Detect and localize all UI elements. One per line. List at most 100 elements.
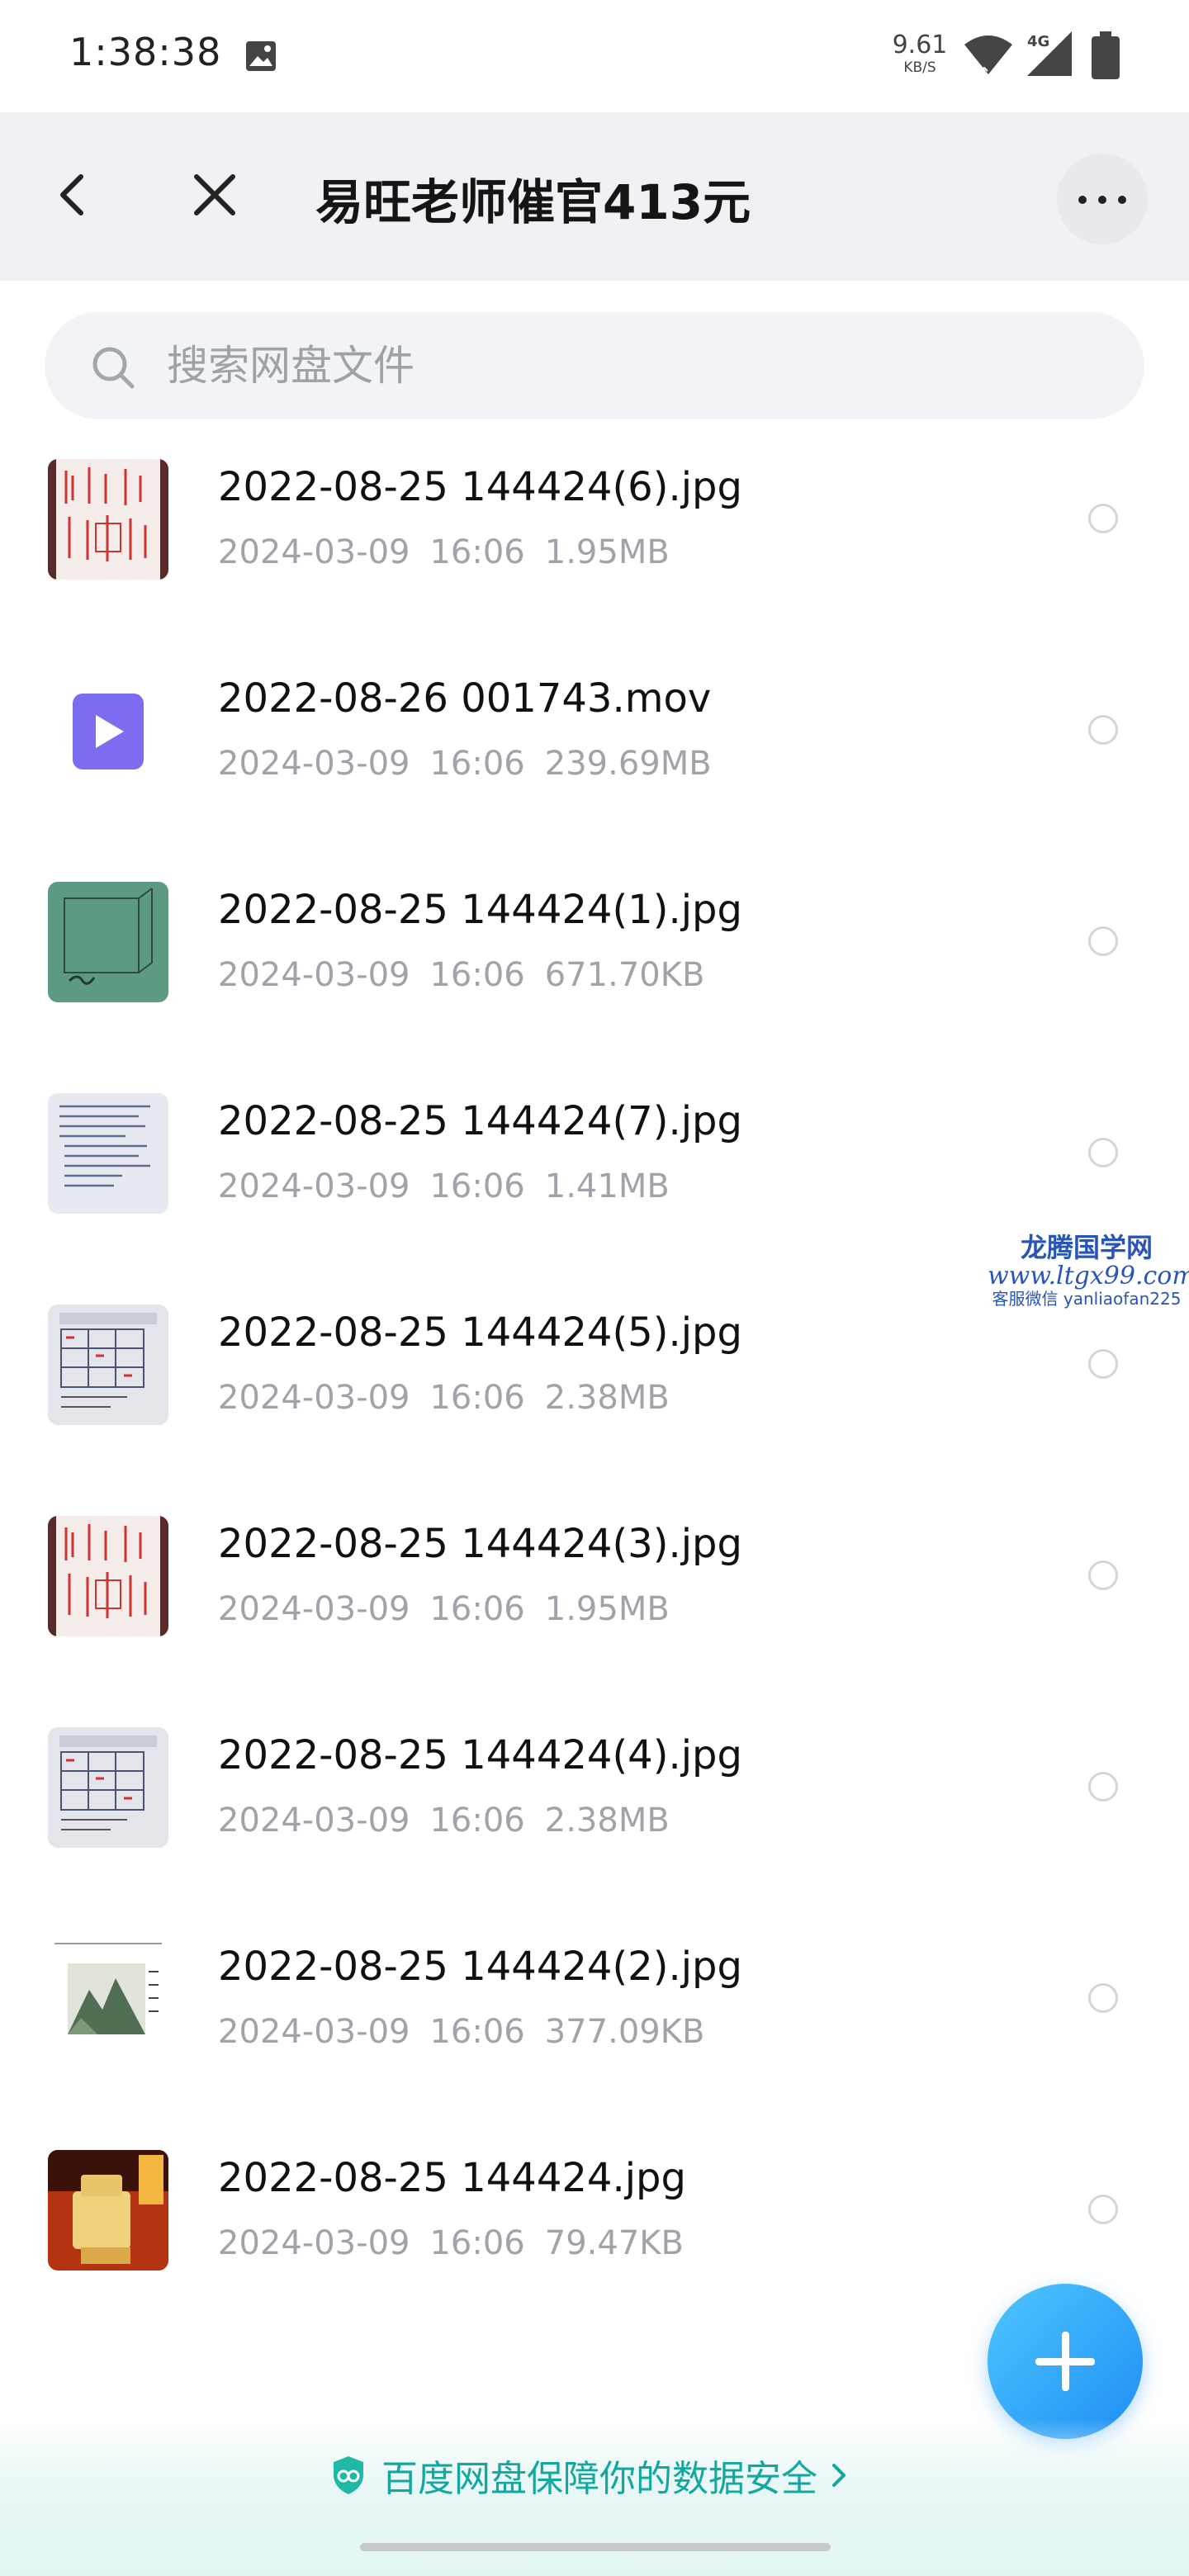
- status-time: 1:38:38: [69, 30, 222, 74]
- image-thumbnail: [48, 1516, 168, 1636]
- back-arrow-icon[interactable]: [48, 168, 101, 221]
- file-meta: 2024-03-09 16:06 239.69MB: [218, 745, 732, 783]
- file-row[interactable]: 2022-08-25 144424(3).jpg 2024-03-09 16:06…: [0, 1470, 1189, 1681]
- file-meta: 2024-03-09 16:06 79.47KB: [218, 2224, 703, 2262]
- more-options-button[interactable]: [1057, 154, 1148, 244]
- file-name: 2022-08-25 144424(5).jpg: [218, 1309, 742, 1356]
- file-time: 16:06: [429, 1379, 525, 1417]
- image-thumbnail: [48, 2150, 168, 2271]
- file-size: 1.95MB: [544, 1590, 670, 1628]
- watermark-contact: 客服微信 yanliaofan225: [992, 1289, 1182, 1309]
- file-name: 2022-08-25 144424(1).jpg: [218, 887, 742, 933]
- select-radio[interactable]: [1088, 1349, 1118, 1379]
- file-size: 79.47KB: [544, 2224, 684, 2262]
- watermark: 龙腾国学网 www.ltgx99.com 客服微信 yanliaofan225: [988, 1232, 1189, 1309]
- file-time: 16:06: [429, 1802, 525, 1840]
- file-name: 2022-08-25 144424(7).jpg: [218, 1098, 742, 1144]
- network-speed-unit: KB/S: [903, 59, 936, 76]
- image-thumbnail: [48, 1093, 168, 1214]
- select-radio[interactable]: [1088, 1560, 1118, 1590]
- file-date: 2024-03-09: [218, 1379, 410, 1417]
- chevron-right-icon: [832, 2464, 846, 2487]
- image-thumbnail: [48, 882, 168, 1002]
- file-meta: 2024-03-09 16:06 377.09KB: [218, 2013, 724, 2051]
- file-time: 16:06: [429, 1167, 525, 1205]
- battery-icon: [1092, 31, 1120, 79]
- file-date: 2024-03-09: [218, 956, 410, 994]
- select-radio[interactable]: [1088, 1138, 1118, 1167]
- file-date: 2024-03-09: [218, 2013, 410, 2051]
- file-name: 2022-08-25 144424(2).jpg: [218, 1944, 742, 1990]
- file-date: 2024-03-09: [218, 1590, 410, 1628]
- file-size: 2.38MB: [544, 1802, 670, 1840]
- gallery-notification-icon: [246, 41, 276, 71]
- close-icon[interactable]: [188, 168, 241, 221]
- image-thumbnail: [48, 1939, 168, 2059]
- file-size: 239.69MB: [544, 745, 712, 783]
- file-row[interactable]: 2022-08-26 001743.mov 2024-03-09 16:06 239…: [0, 624, 1189, 836]
- file-meta: 2024-03-09 16:06 1.95MB: [218, 533, 689, 571]
- file-time: 16:06: [429, 956, 525, 994]
- file-time: 16:06: [429, 745, 525, 783]
- file-meta: 2024-03-09 16:06 2.38MB: [218, 1802, 689, 1840]
- select-radio[interactable]: [1088, 1772, 1118, 1802]
- image-thumbnail: [48, 459, 168, 580]
- search-icon: [92, 347, 135, 389]
- watermark-url: www.ltgx99.com: [988, 1262, 1189, 1291]
- file-row[interactable]: 2022-08-25 144424(6).jpg 2024-03-09 16:06…: [0, 413, 1189, 624]
- file-row[interactable]: 2022-08-25 144424(7).jpg 2024-03-09 16:06…: [0, 1047, 1189, 1258]
- select-radio[interactable]: [1088, 926, 1118, 956]
- file-size: 1.95MB: [544, 533, 670, 571]
- file-date: 2024-03-09: [218, 2224, 410, 2262]
- data-safety-text: 百度网盘保障你的数据安全: [381, 2458, 817, 2500]
- shield-icon: [334, 2456, 363, 2494]
- video-file-icon: [48, 670, 168, 791]
- file-size: 377.09KB: [544, 2013, 705, 2051]
- search-bar[interactable]: [45, 312, 1144, 419]
- status-bar: 1:38:38 9.61 KB/S 4G: [0, 0, 1189, 112]
- image-thumbnail: [48, 1305, 168, 1425]
- file-meta: 2024-03-09 16:06 2.38MB: [218, 1379, 689, 1417]
- file-name: 2022-08-25 144424(6).jpg: [218, 464, 742, 510]
- file-name: 2022-08-25 144424(4).jpg: [218, 1732, 742, 1778]
- file-meta: 2024-03-09 16:06 1.41MB: [218, 1167, 689, 1205]
- file-size: 2.38MB: [544, 1379, 670, 1417]
- file-time: 16:06: [429, 2013, 525, 2051]
- more-icon-dot: [1118, 196, 1126, 204]
- select-radio[interactable]: [1088, 504, 1118, 533]
- network-speed-value: 9.61: [892, 31, 948, 59]
- top-bar: 易旺老师催官413元: [0, 112, 1189, 281]
- data-safety-link[interactable]: 百度网盘保障你的数据安全: [330, 2451, 849, 2500]
- file-meta: 2024-03-09 16:06 671.70KB: [218, 956, 724, 994]
- more-icon-dot: [1078, 196, 1087, 204]
- network-type: 4G: [1027, 33, 1049, 50]
- signal-icon: 4G: [1027, 31, 1072, 76]
- file-size: 671.70KB: [544, 956, 705, 994]
- file-date: 2024-03-09: [218, 1802, 410, 1840]
- select-radio[interactable]: [1088, 715, 1118, 745]
- select-radio[interactable]: [1088, 1983, 1118, 2013]
- network-speed: 9.61 KB/S: [892, 33, 948, 75]
- file-time: 16:06: [429, 1590, 525, 1628]
- more-icon-dot: [1098, 196, 1106, 204]
- select-radio[interactable]: [1088, 2195, 1118, 2224]
- watermark-title: 龙腾国学网: [1020, 1232, 1153, 1263]
- search-input[interactable]: [165, 335, 1077, 396]
- file-date: 2024-03-09: [218, 1167, 410, 1205]
- file-name: 2022-08-26 001743.mov: [218, 675, 712, 722]
- image-thumbnail: [48, 1727, 168, 1848]
- file-meta: 2024-03-09 16:06 1.95MB: [218, 1590, 689, 1628]
- wifi-icon: [964, 36, 1012, 74]
- file-row[interactable]: 2022-08-25 144424.jpg 2024-03-09 16:06 79.…: [0, 2104, 1189, 2315]
- file-row[interactable]: 2022-08-25 144424(2).jpg 2024-03-09 16:06…: [0, 1892, 1189, 2104]
- footer: 百度网盘保障你的数据安全: [0, 2419, 1189, 2576]
- add-button[interactable]: [988, 2284, 1143, 2439]
- file-row[interactable]: 2022-08-25 144424(4).jpg 2024-03-09 16:06…: [0, 1681, 1189, 1892]
- file-size: 1.41MB: [544, 1167, 670, 1205]
- file-date: 2024-03-09: [218, 745, 410, 783]
- home-indicator[interactable]: [360, 2543, 831, 2551]
- file-name: 2022-08-25 144424(3).jpg: [218, 1521, 742, 1567]
- file-date: 2024-03-09: [218, 533, 410, 571]
- file-row[interactable]: 2022-08-25 144424(1).jpg 2024-03-09 16:06…: [0, 836, 1189, 1047]
- file-time: 16:06: [429, 2224, 525, 2262]
